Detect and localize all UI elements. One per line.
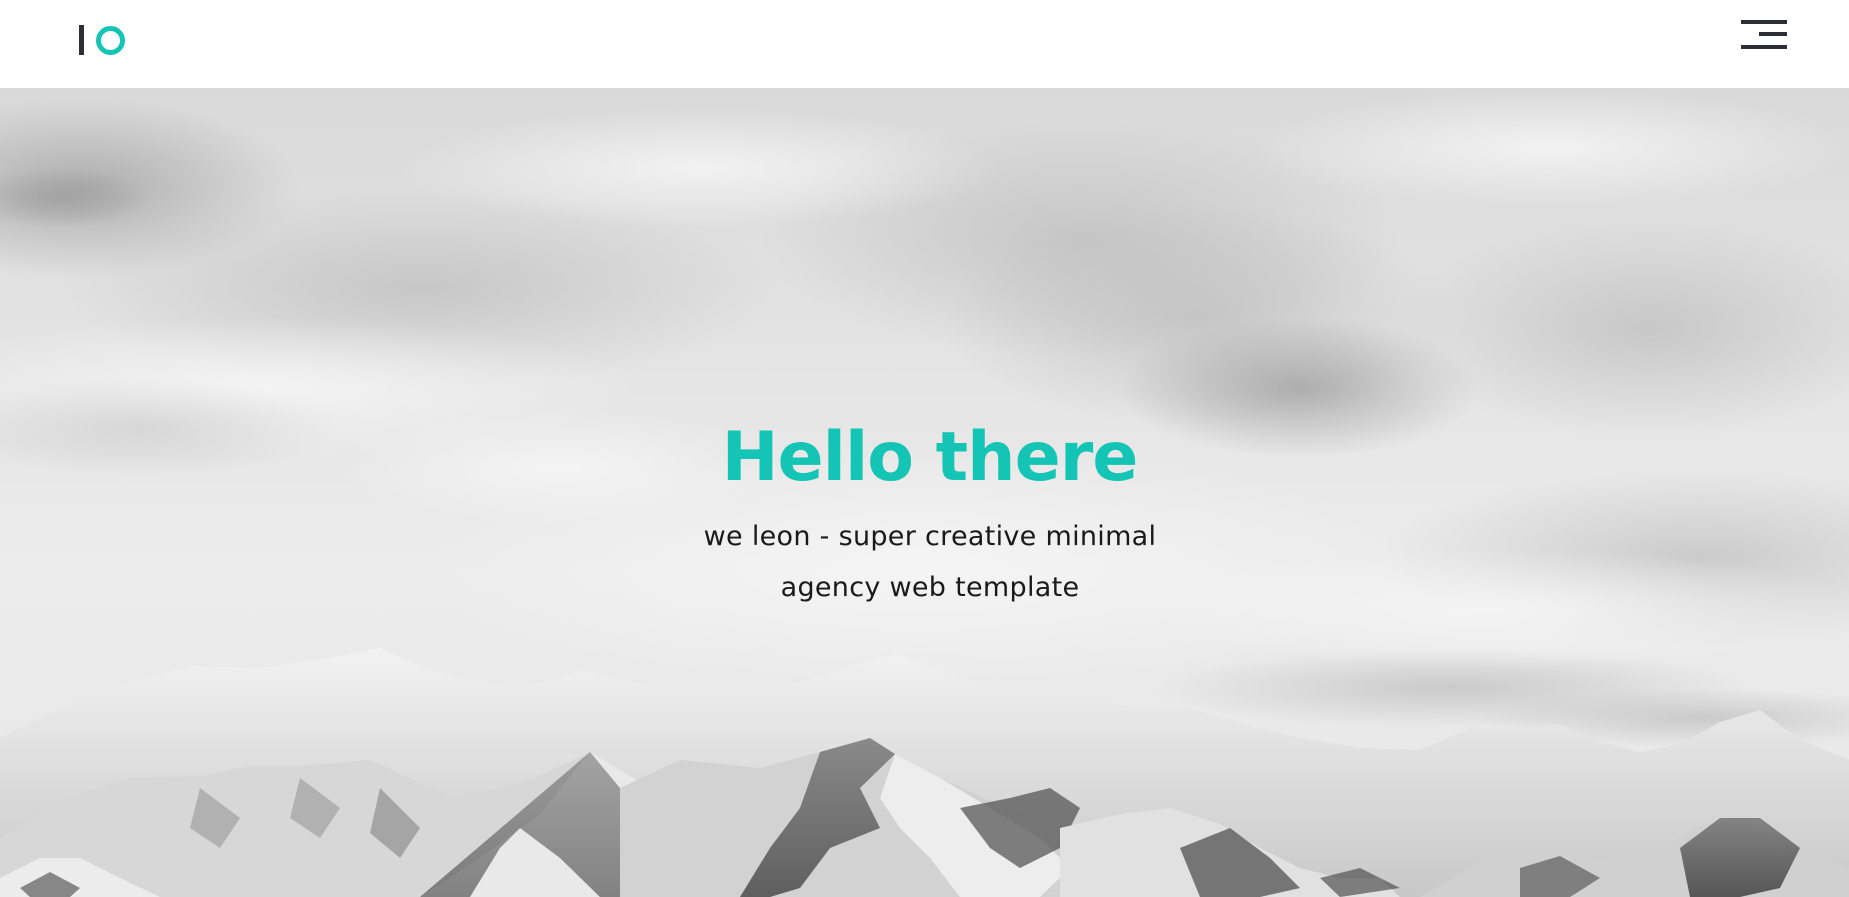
hero-subtitle-line: agency web template [780, 572, 1080, 603]
hero-subtitle-line: we leon - super creative minimal [703, 521, 1157, 552]
hero-title: Hello there [721, 417, 1139, 497]
logo-bar-icon [79, 25, 84, 55]
hero-section: Hello there we leon - super creative min… [0, 88, 1849, 897]
menu-line-icon [1741, 20, 1787, 24]
hamburger-menu-button[interactable] [1737, 18, 1787, 58]
logo-ring-icon [96, 26, 125, 55]
hero-subtitle: we leon - super creative minimal agency … [660, 511, 1200, 613]
menu-line-icon [1741, 45, 1787, 49]
logo-link[interactable] [79, 23, 131, 57]
site-header [0, 0, 1849, 88]
menu-line-icon [1759, 32, 1787, 36]
